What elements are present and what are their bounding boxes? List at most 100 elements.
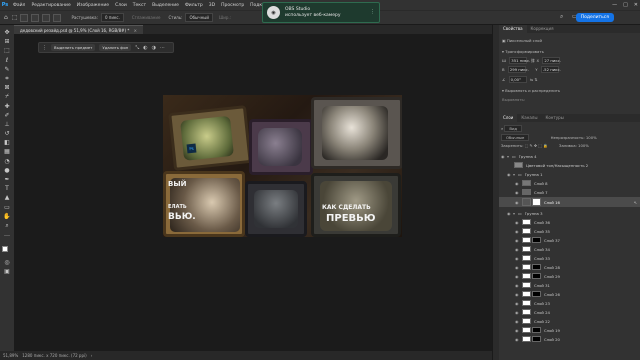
eye-icon[interactable]: ◉ bbox=[515, 310, 521, 315]
home-icon[interactable]: ⌂ bbox=[4, 14, 8, 21]
eraser-tool-icon[interactable]: ◧ bbox=[3, 139, 11, 146]
layer-row[interactable]: ◉ ▾ ▭ Группа 3 bbox=[499, 209, 640, 217]
zoom-tool-icon[interactable]: ⌕ bbox=[3, 222, 11, 229]
fill-value[interactable]: 100% bbox=[578, 143, 589, 148]
menu-3d[interactable]: 3D bbox=[206, 3, 218, 8]
layer-row[interactable]: ◉ Слой 37 bbox=[499, 236, 640, 244]
transform-icon[interactable]: ⤡ bbox=[135, 45, 139, 51]
menu-type[interactable]: Текст bbox=[130, 3, 149, 8]
search-icon[interactable]: ⌕ bbox=[560, 13, 563, 21]
add-selection-icon[interactable] bbox=[31, 13, 40, 22]
eye-icon[interactable]: ◉ bbox=[515, 229, 521, 234]
eye-icon[interactable]: ◉ bbox=[515, 247, 521, 252]
layer-row[interactable]: ◉ Слой 29 bbox=[499, 272, 640, 280]
quick-mask-icon[interactable]: ◎ bbox=[3, 259, 11, 266]
marquee-tool-icon[interactable]: ⬚ bbox=[3, 47, 11, 54]
layer-row[interactable]: ◉ Слой 26 bbox=[499, 290, 640, 298]
history-brush-icon[interactable]: ↺ bbox=[3, 130, 11, 137]
chevron-down-icon[interactable]: ▾ bbox=[502, 49, 504, 54]
adjustment-icon[interactable]: ◑ bbox=[152, 45, 156, 51]
zoom-level[interactable]: 51,89% bbox=[3, 353, 18, 358]
menu-edit[interactable]: Редактирование bbox=[28, 3, 73, 8]
layer-row[interactable]: ◉ Слой 20 bbox=[499, 335, 640, 343]
share-button[interactable]: Поделиться bbox=[575, 13, 614, 22]
eye-icon[interactable]: ◉ bbox=[515, 265, 521, 270]
menu-select[interactable]: Выделение bbox=[149, 3, 182, 8]
intersect-selection-icon[interactable] bbox=[53, 13, 62, 22]
eye-icon[interactable]: ◉ bbox=[515, 200, 521, 205]
blur-tool-icon[interactable]: ◔ bbox=[3, 158, 11, 165]
x-field[interactable]: 27 пикс. bbox=[542, 57, 561, 64]
link-icon[interactable]: ⛓ bbox=[531, 58, 536, 63]
pen-tool-icon[interactable]: ✒ bbox=[3, 176, 11, 183]
layer-row[interactable]: ◉ Слой 24 bbox=[499, 308, 640, 316]
layer-row[interactable]: ◉ Слой 22 bbox=[499, 317, 640, 325]
eye-icon[interactable]: ◉ bbox=[515, 283, 521, 288]
opacity-value[interactable]: 100% bbox=[586, 135, 597, 140]
tab-adjustments[interactable]: Коррекция bbox=[527, 25, 558, 33]
document-tab[interactable]: дедовский резайд.psd @ 51,9% (Слой 16, R… bbox=[14, 25, 143, 34]
menu-layers[interactable]: Слои bbox=[112, 3, 130, 8]
status-arrow-icon[interactable]: › bbox=[91, 353, 93, 358]
flip-horizontal-icon[interactable]: ⇋ bbox=[530, 77, 533, 82]
layer-row[interactable]: ◉ Слой 8 bbox=[499, 179, 640, 187]
menu-file[interactable]: Файл bbox=[10, 3, 28, 8]
eye-icon[interactable]: ◉ bbox=[515, 292, 521, 297]
eye-icon[interactable]: ◉ bbox=[515, 274, 521, 279]
shape-tool-icon[interactable]: ▭ bbox=[3, 204, 11, 211]
layer-row[interactable]: ◉ ▾ ▭ Группа 4 bbox=[499, 152, 640, 160]
close-icon[interactable]: ✕ bbox=[634, 0, 638, 10]
tab-close-icon[interactable]: × bbox=[134, 28, 137, 33]
remove-background-button[interactable]: Удалить фон bbox=[99, 44, 132, 51]
eye-icon[interactable]: ◉ bbox=[515, 220, 521, 225]
quick-select-tool-icon[interactable]: ✎ bbox=[3, 66, 11, 73]
layer-row[interactable]: ◉ Слой 28 bbox=[499, 263, 640, 271]
eye-icon[interactable]: ◉ bbox=[515, 190, 521, 195]
y-field[interactable]: -52 пикс. bbox=[540, 66, 561, 73]
screen-mode-icon[interactable]: ▣ bbox=[3, 268, 11, 275]
tab-properties[interactable]: Свойства bbox=[499, 25, 527, 33]
crop-tool-icon[interactable]: ⌗ bbox=[3, 75, 11, 82]
lock-icons[interactable]: ⬚ ✎ ✥ ⬚ 🔒 bbox=[525, 143, 548, 148]
tab-layers[interactable]: Слои bbox=[499, 114, 518, 122]
layer-row[interactable]: ◉ Слой 34 bbox=[499, 245, 640, 253]
eye-icon[interactable]: ◉ bbox=[515, 319, 521, 324]
smooth-checkbox[interactable]: Сглаживание bbox=[132, 15, 161, 20]
menu-filter[interactable]: Фильтр bbox=[182, 3, 206, 8]
flip-vertical-icon[interactable]: ⇅ bbox=[534, 77, 537, 82]
mask-icon[interactable]: ◐ bbox=[143, 45, 147, 51]
lasso-tool-icon[interactable]: ℓ bbox=[3, 57, 11, 64]
marquee-tool-icon[interactable]: ⬚ bbox=[12, 14, 18, 21]
frame-tool-icon[interactable]: ⊠ bbox=[3, 84, 11, 91]
layer-kind-filter[interactable]: Вид bbox=[504, 125, 523, 132]
healing-brush-icon[interactable]: ✚ bbox=[3, 103, 11, 110]
eye-icon[interactable]: ◉ bbox=[515, 256, 521, 261]
document-canvas[interactable]: Ps ВЫЙ ЕЛАТЬ ВЬЮ. КАК СДЕЛАТЬ ПРЕВЬЮ bbox=[163, 95, 402, 237]
brush-tool-icon[interactable]: ✐ bbox=[3, 112, 11, 119]
eye-icon[interactable]: ◉ bbox=[515, 337, 521, 342]
artboard-tool-icon[interactable]: ⊞ bbox=[3, 38, 11, 45]
obs-notification[interactable]: ◉ OBS Studio использует веб-камеру ⋮ bbox=[262, 2, 380, 23]
hand-tool-icon[interactable]: ✋ bbox=[3, 213, 11, 220]
tab-paths[interactable]: Контуры bbox=[541, 114, 567, 122]
move-tool-icon[interactable]: ✥ bbox=[3, 29, 11, 36]
foreground-color[interactable] bbox=[2, 246, 8, 253]
path-select-icon[interactable]: ▲ bbox=[3, 194, 11, 201]
more-tools-icon[interactable]: … bbox=[3, 231, 11, 238]
drag-handle-icon[interactable]: ⋮ bbox=[42, 45, 47, 51]
document-info[interactable]: 1280 пикс. x 720 пикс. (72 ppi) bbox=[22, 353, 86, 358]
layer-row[interactable]: ◉ Слой 31 bbox=[499, 281, 640, 289]
layer-row[interactable]: Цветовой тон/Насыщенность 2 bbox=[499, 161, 640, 169]
layer-row[interactable]: ◉ Слой 36 bbox=[499, 218, 640, 226]
chevron-down-icon[interactable]: ▾ bbox=[502, 88, 504, 93]
color-swatches[interactable] bbox=[2, 246, 12, 256]
select-subject-button[interactable]: Выделить предмет bbox=[51, 44, 96, 51]
menu-image[interactable]: Изображение bbox=[74, 3, 112, 8]
canvas-area[interactable]: ⋮ Выделить предмет Удалить фон ⤡ ◐ ◑ ⋯ P… bbox=[14, 34, 492, 351]
eye-icon[interactable]: ◉ bbox=[515, 301, 521, 306]
eye-icon[interactable]: ◉ bbox=[515, 181, 521, 186]
layer-row[interactable]: ◉ Слой 7 bbox=[499, 188, 640, 196]
eye-icon[interactable]: ◉ bbox=[515, 238, 521, 243]
dodge-tool-icon[interactable]: ● bbox=[3, 167, 11, 174]
feather-input[interactable]: 0 пикс. bbox=[100, 13, 124, 22]
